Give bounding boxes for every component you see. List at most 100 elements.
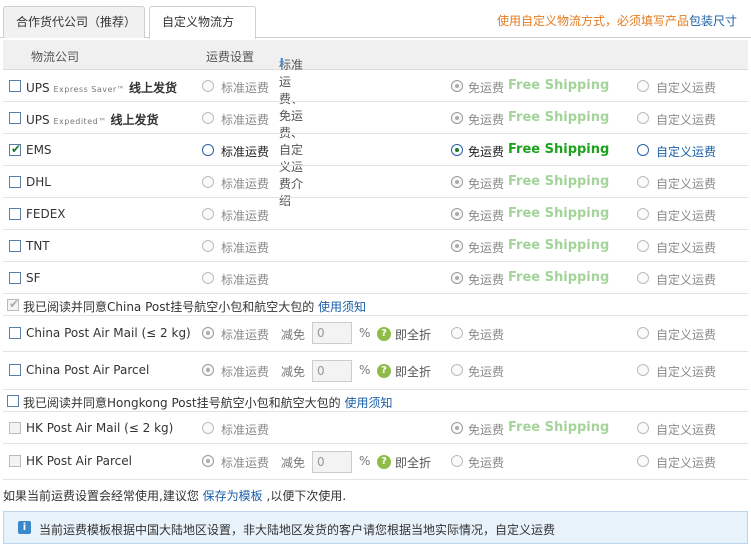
discount-input[interactable]: 0 xyxy=(312,322,352,344)
free-label: 免运费 xyxy=(468,145,505,159)
free-label: 免运费 xyxy=(468,241,505,255)
carrier-checkbox[interactable] xyxy=(9,80,21,92)
free-radio[interactable] xyxy=(451,144,463,156)
custom-radio[interactable] xyxy=(637,272,649,284)
carrier-name: TNT xyxy=(26,239,50,253)
percent-sign: % xyxy=(359,326,371,340)
hk-post-agree-row: 我已阅读并同意Hongkong Post挂号航空小包和航空大包的 使用须知 xyxy=(3,390,748,412)
tab-bar: 合作货代公司（推荐） 自定义物流方式 使用自定义物流方式，必须填写产品包装尺寸 xyxy=(0,0,751,59)
all-discount-label: 即全折 xyxy=(395,456,432,470)
hk-post-agree-checkbox[interactable] xyxy=(7,395,19,407)
free-label: 免运费 xyxy=(468,423,505,437)
help-icon[interactable]: ? xyxy=(377,455,391,469)
carrier-name: UPS Expedited™ 线上发货 xyxy=(26,113,159,127)
free-shipping-label: Free Shipping xyxy=(508,110,610,125)
save-template-link[interactable]: 保存为模板 xyxy=(203,489,263,503)
free-radio[interactable] xyxy=(451,80,463,92)
standard-label: 标准运费 xyxy=(221,209,270,223)
service-checkbox[interactable] xyxy=(9,327,21,339)
custom-radio[interactable] xyxy=(637,327,649,339)
china-post-row-air-parcel: China Post Air Parcel 标准运费 减免 0 % ? 即全折 … xyxy=(3,352,748,390)
standard-label: 标准运费 xyxy=(221,423,270,437)
carrier-name: UPS Express Saver™ 线上发货 xyxy=(26,81,178,95)
carrier-checkbox[interactable] xyxy=(9,208,21,220)
free-radio[interactable] xyxy=(451,455,463,467)
china-post-agree-text: 我已阅读并同意China Post挂号航空小包和航空大包的 使用须知 xyxy=(23,300,367,314)
service-checkbox[interactable] xyxy=(9,455,21,467)
info-icon: i xyxy=(18,521,31,534)
custom-label: 自定义运费 xyxy=(656,328,717,342)
service-checkbox[interactable] xyxy=(9,422,21,434)
custom-radio[interactable] xyxy=(637,112,649,124)
all-discount-label: 即全折 xyxy=(395,328,432,342)
custom-radio[interactable] xyxy=(637,240,649,252)
china-post-terms-link[interactable]: 使用须知 xyxy=(318,300,366,314)
header-setting: 运费设置 xyxy=(206,50,255,64)
standard-radio[interactable] xyxy=(202,364,214,376)
custom-radio[interactable] xyxy=(637,422,649,434)
standard-radio[interactable] xyxy=(202,272,214,284)
standard-radio[interactable] xyxy=(202,208,214,220)
check-icon: ✔ xyxy=(9,297,20,311)
discount-label: 减免 xyxy=(281,456,306,470)
carrier-checkbox[interactable] xyxy=(9,240,21,252)
discount-input[interactable]: 0 xyxy=(312,451,352,473)
standard-label: 标准运费 xyxy=(221,81,270,95)
free-radio[interactable] xyxy=(451,327,463,339)
percent-sign: % xyxy=(359,363,371,377)
china-post-agree-checkbox[interactable]: ✔ xyxy=(7,297,20,311)
standard-radio[interactable] xyxy=(202,327,214,339)
carrier-row-ups-saver: UPS Express Saver™ 线上发货 标准运费 免运费 Free Sh… xyxy=(3,70,748,102)
china-post-row-air-mail: China Post Air Mail (≤ 2 kg) 标准运费 减免 0 %… xyxy=(3,316,748,352)
free-radio[interactable] xyxy=(451,422,463,434)
free-label: 免运费 xyxy=(468,365,505,379)
custom-label: 自定义运费 xyxy=(656,365,717,379)
free-radio[interactable] xyxy=(451,272,463,284)
free-radio[interactable] xyxy=(451,240,463,252)
tab-partner-forwarder[interactable]: 合作货代公司（推荐） xyxy=(3,6,145,38)
service-name: China Post Air Mail (≤ 2 kg) xyxy=(26,326,191,340)
carrier-checkbox[interactable]: ✔ xyxy=(9,142,22,156)
standard-radio[interactable] xyxy=(202,80,214,92)
free-label: 免运费 xyxy=(468,273,505,287)
carrier-row-dhl: DHL 标准运费 免运费 Free Shipping 自定义运费 xyxy=(3,166,748,198)
standard-radio[interactable] xyxy=(202,455,214,467)
hk-post-agree-text: 我已阅读并同意Hongkong Post挂号航空小包和航空大包的 使用须知 xyxy=(23,396,393,410)
all-discount-label: 即全折 xyxy=(395,365,432,379)
carrier-checkbox[interactable] xyxy=(9,176,21,188)
service-checkbox[interactable] xyxy=(9,364,21,376)
carrier-checkbox[interactable] xyxy=(9,272,21,284)
carrier-row-tnt: TNT 标准运费 免运费 Free Shipping 自定义运费 xyxy=(3,230,748,262)
free-radio[interactable] xyxy=(451,364,463,376)
custom-radio[interactable] xyxy=(637,80,649,92)
free-label: 免运费 xyxy=(468,177,505,191)
hk-post-terms-link[interactable]: 使用须知 xyxy=(344,396,392,410)
help-icon[interactable]: ? xyxy=(377,327,391,341)
package-size-link[interactable]: 包装尺寸 xyxy=(689,14,737,28)
custom-label: 自定义运费 xyxy=(656,456,717,470)
custom-radio[interactable] xyxy=(637,176,649,188)
check-icon: ✔ xyxy=(11,142,22,156)
discount-label: 减免 xyxy=(281,328,306,342)
help-icon[interactable]: ? xyxy=(377,364,391,378)
tab-custom-logistics[interactable]: 自定义物流方式 xyxy=(149,6,256,59)
custom-label: 自定义运费 xyxy=(656,113,717,127)
free-label: 免运费 xyxy=(468,328,505,342)
carrier-checkbox[interactable] xyxy=(9,112,21,124)
standard-radio[interactable] xyxy=(202,422,214,434)
discount-input[interactable]: 0 xyxy=(312,360,352,382)
standard-radio[interactable] xyxy=(202,112,214,124)
percent-sign: % xyxy=(359,454,371,468)
standard-radio[interactable] xyxy=(202,240,214,252)
custom-radio[interactable] xyxy=(637,364,649,376)
custom-radio[interactable] xyxy=(637,455,649,467)
custom-radio[interactable] xyxy=(637,208,649,220)
carrier-row-ems: ✔ EMS 标准运费 免运费 Free Shipping 自定义运费 xyxy=(3,134,748,166)
custom-radio[interactable] xyxy=(637,144,649,156)
standard-radio[interactable] xyxy=(202,144,214,156)
free-radio[interactable] xyxy=(451,176,463,188)
info-banner: i 当前运费模板根据中国大陆地区设置，非大陆地区发货的客户请您根据当地实际情况，… xyxy=(3,511,748,544)
free-radio[interactable] xyxy=(451,112,463,124)
standard-radio[interactable] xyxy=(202,176,214,188)
free-radio[interactable] xyxy=(451,208,463,220)
